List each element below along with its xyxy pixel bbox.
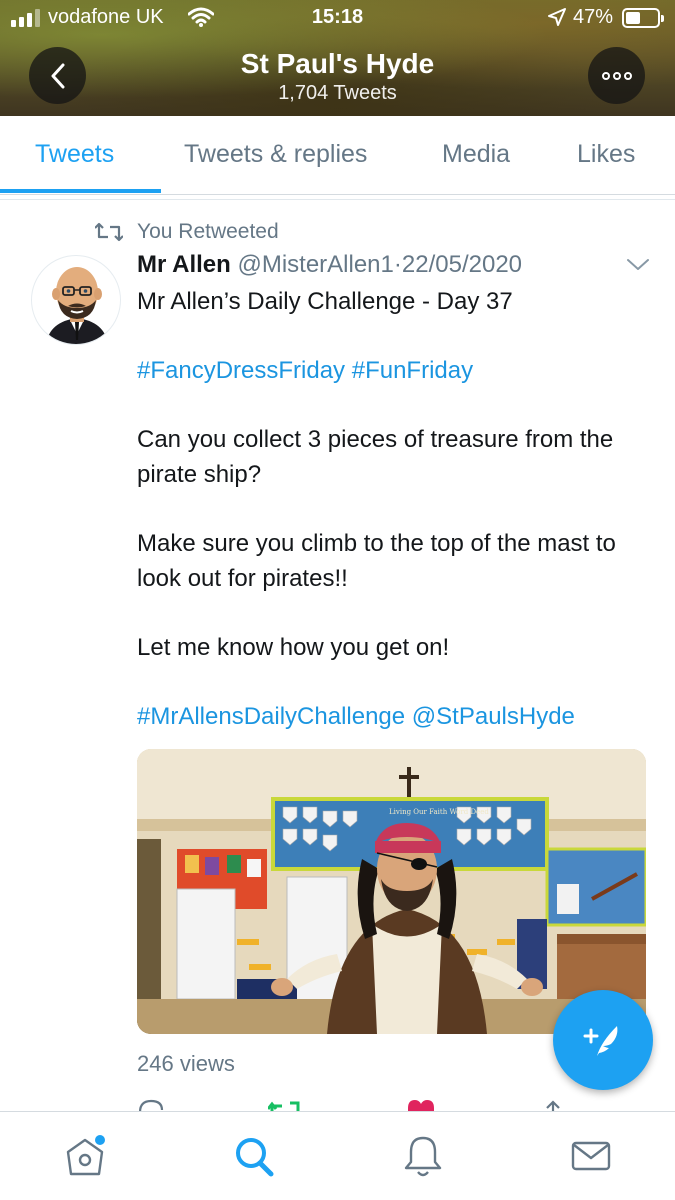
- compose-tweet-button[interactable]: [553, 990, 653, 1090]
- home-icon[interactable]: [64, 1134, 106, 1178]
- divider: [0, 199, 675, 200]
- tweet-line: Make sure you climb to the top of the ma…: [137, 530, 623, 592]
- separator-dot: ·: [393, 251, 402, 278]
- bell-icon[interactable]: [402, 1134, 444, 1178]
- chevron-down-icon[interactable]: [626, 258, 650, 272]
- author-handle[interactable]: @MisterAllen1: [237, 251, 393, 278]
- reply-icon[interactable]: [137, 1098, 167, 1112]
- battery-percent: 47%: [573, 6, 614, 28]
- tab-likes[interactable]: Likes: [577, 140, 635, 169]
- retweet-icon: [95, 222, 123, 242]
- tweet-body: Mr Allen’s Daily Challenge - Day 37 #Fan…: [137, 285, 657, 735]
- display-board-text: Living Our Faith Word Deed: [389, 808, 489, 816]
- profile-name-title: St Paul's Hyde: [240, 48, 435, 79]
- avatar[interactable]: [31, 255, 121, 345]
- bottom-navigation: [0, 1111, 675, 1200]
- tab-tweets[interactable]: Tweets: [35, 140, 114, 169]
- author-name[interactable]: Mr Allen: [137, 251, 231, 278]
- location-arrow-icon: [548, 8, 566, 26]
- tweet-line: Can you collect 3 pieces of treasure fro…: [137, 426, 620, 488]
- tweet-count: 1,704 Tweets: [278, 82, 397, 104]
- tweet-line: Mr Allen’s Daily Challenge - Day 37: [137, 288, 513, 315]
- search-icon[interactable]: [233, 1134, 275, 1178]
- video-view-count: 246 views: [137, 1051, 235, 1076]
- tweet-hashtags-mentions[interactable]: #MrAllensDailyChallenge @StPaulsHyde: [137, 700, 657, 735]
- status-bar: vodafone UK 15:18 47%: [0, 0, 675, 38]
- battery-icon: [622, 8, 664, 28]
- tweet-line: Let me know how you get on!: [137, 633, 450, 661]
- tab-tweets-and-replies[interactable]: Tweets & replies: [184, 140, 367, 169]
- retweet-context-label: You Retweeted: [137, 220, 279, 243]
- compose-feather-icon: [583, 1026, 618, 1056]
- more-icon: [601, 71, 610, 80]
- active-tab-indicator: [0, 189, 161, 193]
- tweet-actions: [0, 1098, 675, 1112]
- mail-icon[interactable]: [570, 1134, 612, 1178]
- tweet-hashtags[interactable]: #FancyDressFriday #FunFriday: [137, 354, 657, 389]
- profile-header: vodafone UK 15:18 47% St Paul's Hyde 1,7…: [0, 0, 675, 116]
- notification-dot: [95, 1135, 105, 1145]
- tweet-video[interactable]: Living Our Faith Word Deed: [137, 749, 646, 1034]
- profile-tabs: Tweets Tweets & replies Media Likes: [0, 116, 675, 195]
- more-button[interactable]: [588, 47, 645, 104]
- tweet-author-line: Mr Allen @MisterAllen1·22/05/2020: [137, 251, 522, 279]
- tab-media[interactable]: Media: [442, 140, 510, 169]
- tweet-date: 22/05/2020: [401, 251, 523, 278]
